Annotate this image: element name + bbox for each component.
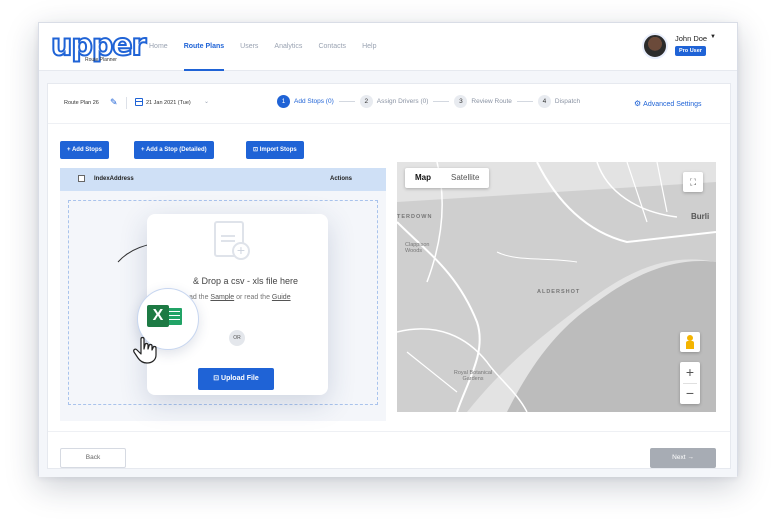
nav-contacts[interactable]: Contacts [310,23,354,71]
chevron-down-icon[interactable]: ⌄ [204,98,209,105]
import-stops-label: Import Stops [259,147,297,153]
next-button[interactable]: Next → [650,448,716,468]
top-navigation-bar: upper Route Planner Home Route Plans Use… [39,23,737,71]
fullscreen-icon[interactable]: ⛶ [683,172,703,192]
nav-analytics[interactable]: Analytics [266,23,310,71]
step-number: 3 [454,95,468,108]
plan-date[interactable]: 21 Jan 2021 (Tue) [146,100,191,106]
map-label: Burli [691,212,710,221]
file-plus-icon: + [232,242,250,260]
map-label: TERDOWN [397,214,433,220]
advanced-settings-link[interactable]: ⚙ Advanced Settings [634,99,702,108]
sample-link[interactable]: Sample [210,294,234,301]
drop-subtext: ad the Sample or read the Guide [189,294,291,301]
upload-icon: ⊡ [213,375,222,382]
step-connector [516,101,533,102]
edit-icon[interactable]: ✎ [110,97,118,108]
zoom-out-button[interactable]: − [680,383,700,404]
step-dispatch[interactable]: 4 Dispatch [537,95,581,108]
map-background [397,162,716,412]
app-window: upper Route Planner Home Route Plans Use… [38,22,738,477]
nav-route-plans[interactable]: Route Plans [176,23,232,71]
import-stops-button[interactable]: ⊡ Import Stops [246,141,304,159]
import-icon: ⊡ [253,147,260,153]
route-map[interactable]: TERDOWN ALDERSHOT Burli Clappison Woods … [397,162,716,412]
stops-table-header: IndexAddress Actions [60,168,386,191]
map-label: Royal Botanical Gardens [453,370,493,382]
user-name[interactable]: John Doe [675,34,707,43]
nav-help[interactable]: Help [354,23,384,71]
street-view-icon[interactable] [680,332,700,352]
main-nav: Home Route Plans Users Analytics Contact… [141,23,384,71]
step-assign-drivers[interactable]: 2 Assign Drivers (0) [359,95,429,108]
stops-panel: IndexAddress Actions + & Drop a csv - xl… [60,168,386,421]
drop-subtext-mid: or read the [234,294,272,301]
step-progress: 1 Add Stops (0) 2 Assign Drivers (0) 3 R… [277,95,580,108]
step-label: Assign Drivers (0) [376,98,429,105]
map-label: Clappison Woods [405,242,430,254]
excel-icon: X [147,305,169,327]
advanced-settings-label: Advanced Settings [643,101,702,108]
step-number: 2 [359,95,373,108]
step-connector [338,101,355,102]
zoom-divider [683,383,697,384]
pro-user-badge: Pro User [675,46,706,56]
map-label: ALDERSHOT [537,289,581,295]
guide-link[interactable]: Guide [272,294,291,301]
zoom-control: + − [680,362,700,404]
or-divider: OR [229,330,245,346]
column-actions: Actions [330,176,353,182]
content-area: Route Plan 26 ✎ 21 Jan 2021 (Tue) ⌄ 1 Ad… [39,71,737,477]
user-menu-caret-icon[interactable]: ▼ [710,34,716,40]
calendar-icon[interactable] [135,98,143,106]
plan-name: Route Plan 26 [64,100,99,106]
avatar[interactable] [642,33,668,59]
hand-pointer-icon [133,336,157,364]
tab-satellite[interactable]: Satellite [441,168,489,188]
upload-file-button[interactable]: ⊡ Upload File [198,368,274,390]
logo-subtitle: Route Planner [85,57,117,63]
divider [126,97,127,109]
add-stops-button[interactable]: + Add Stops [60,141,109,159]
column-index-address: IndexAddress [94,176,134,182]
route-plan-card: Route Plan 26 ✎ 21 Jan 2021 (Tue) ⌄ 1 Ad… [47,83,731,469]
step-number: 1 [277,95,290,108]
drop-instruction: & Drop a csv - xls file here [193,276,299,286]
gear-icon: ⚙ [634,99,642,108]
step-connector [433,101,450,102]
zoom-in-button[interactable]: + [680,362,700,383]
step-label: Dispatch [554,98,581,105]
step-review-route[interactable]: 3 Review Route [454,95,512,108]
step-number: 4 [537,95,551,108]
add-stop-detailed-button[interactable]: + Add a Stop (Detailed) [134,141,214,159]
nav-users[interactable]: Users [232,23,266,71]
map-type-tabs: Map Satellite [405,168,490,188]
step-label: Review Route [471,98,512,105]
tab-map[interactable]: Map [405,168,441,188]
plan-header-row: Route Plan 26 ✎ 21 Jan 2021 (Tue) ⌄ 1 Ad… [48,84,730,124]
footer-divider [48,431,730,432]
upload-file-label: Upload File [221,375,259,382]
step-label: Add Stops (0) [294,98,334,105]
logo[interactable]: upper Route Planner [50,27,147,64]
back-button[interactable]: Back [60,448,126,468]
step-add-stops[interactable]: 1 Add Stops (0) [277,95,334,108]
nav-home[interactable]: Home [141,23,176,71]
select-all-checkbox[interactable] [78,175,85,182]
